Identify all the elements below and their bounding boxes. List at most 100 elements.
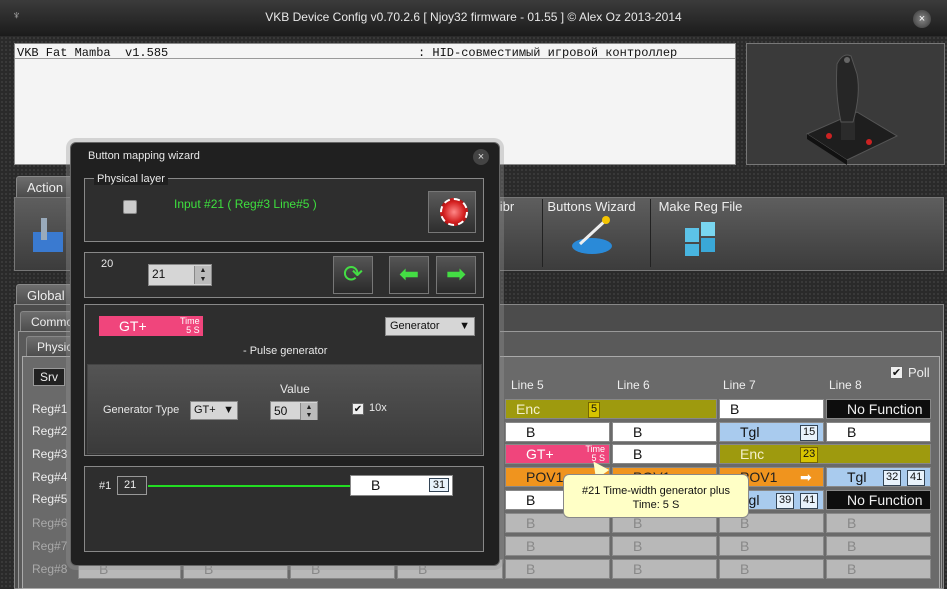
cell-reg7-line7[interactable]: B bbox=[719, 536, 824, 556]
cell-reg3-line6[interactable]: B bbox=[612, 444, 717, 464]
button-number-value: 21 bbox=[152, 267, 166, 281]
cell-reg1-line7[interactable]: B bbox=[719, 399, 824, 419]
mapping-source-number[interactable]: 21 bbox=[117, 476, 147, 495]
mapping-target-number: 31 bbox=[429, 478, 449, 492]
button-number-spinner[interactable]: 21 ▲ ▼ bbox=[148, 264, 212, 286]
cell-function: B bbox=[526, 492, 536, 508]
cell-reg8-line7[interactable]: B bbox=[719, 559, 824, 579]
cell-reg1-line5[interactable]: Enc 5 bbox=[505, 399, 717, 419]
cell-function: B bbox=[847, 424, 857, 440]
arrow-right-icon: ➡ bbox=[800, 469, 812, 485]
cell-function: B bbox=[526, 515, 536, 531]
arrow-right-icon: ➡ bbox=[445, 261, 467, 288]
cell-function: B bbox=[740, 538, 750, 554]
cell-reg1-line8[interactable]: No Function bbox=[826, 399, 931, 419]
cell-function: Tgl bbox=[740, 424, 760, 440]
tooltip-time: Time: 5 S bbox=[632, 499, 680, 511]
cell-function: B bbox=[847, 561, 857, 577]
buttons-wizard-button[interactable]: Buttons Wizard bbox=[542, 199, 640, 267]
cell-reg3-line7[interactable]: Enc 23 bbox=[719, 444, 931, 464]
make-reg-file-button[interactable]: Make Reg File bbox=[650, 199, 750, 267]
window-title: VKB Device Config v0.70.2.6 [ Njoy32 fir… bbox=[265, 10, 682, 24]
cell-function: B bbox=[847, 515, 857, 531]
cell-number: 41 bbox=[907, 470, 926, 486]
cell-function: B bbox=[633, 446, 643, 462]
spin-down-icon[interactable]: ▼ bbox=[300, 411, 317, 420]
console-divider bbox=[15, 58, 735, 59]
column-header-line6: Line 6 bbox=[617, 378, 650, 392]
mapping-index: #1 bbox=[99, 480, 112, 492]
mapping-connector bbox=[148, 485, 352, 487]
previous-button[interactable]: ⬅ bbox=[389, 256, 429, 294]
record-icon bbox=[440, 198, 468, 226]
cell-function: No Function bbox=[847, 492, 923, 508]
device-image-panel bbox=[746, 43, 945, 165]
dialog-close-button[interactable]: × bbox=[473, 149, 489, 165]
joystick-icon bbox=[805, 54, 899, 165]
refresh-button[interactable]: ⟳ bbox=[333, 256, 373, 294]
dialog-title: Button mapping wizard bbox=[88, 150, 200, 162]
cell-function: Enc bbox=[740, 446, 765, 462]
cell-number: 41 bbox=[800, 493, 819, 509]
magic-wand-icon bbox=[571, 216, 612, 254]
registry-cubes-icon bbox=[684, 222, 715, 256]
generator-type-select[interactable]: GT+ ▼ bbox=[190, 401, 238, 420]
cell-reg2-line6[interactable]: B bbox=[612, 422, 717, 442]
value-label: Value bbox=[280, 382, 310, 396]
cell-function: B bbox=[633, 561, 643, 577]
next-button[interactable]: ➡ bbox=[436, 256, 476, 294]
cell-number: 5 bbox=[588, 402, 601, 418]
cell-reg2-line8[interactable]: B bbox=[826, 422, 931, 442]
cell-function: B bbox=[730, 401, 740, 417]
buttons-wizard-label: Buttons Wizard bbox=[547, 199, 636, 214]
cell-function: GT+ bbox=[526, 446, 554, 462]
tools-icon bbox=[33, 218, 63, 252]
tenx-checkbox[interactable]: ✔ bbox=[352, 403, 364, 415]
column-header-line7: Line 7 bbox=[723, 378, 756, 392]
cell-reg7-line5[interactable]: B bbox=[505, 536, 610, 556]
function-type-value: Generator bbox=[390, 320, 440, 332]
close-window-button[interactable]: × bbox=[913, 10, 931, 28]
cell-number: 15 bbox=[800, 425, 819, 441]
refresh-icon: ⟳ bbox=[342, 261, 364, 288]
tooltip: #21 Time-width generator plus Time: 5 S bbox=[563, 474, 749, 518]
cell-reg7-line8[interactable]: B bbox=[826, 536, 931, 556]
column-header-line8: Line 8 bbox=[829, 378, 862, 392]
function-time-tag: Time 5 S bbox=[180, 316, 200, 335]
srv-button[interactable]: Srv bbox=[33, 368, 65, 386]
cell-number: 39 bbox=[776, 493, 795, 509]
cell-reg7-line6[interactable]: B bbox=[612, 536, 717, 556]
spin-up-icon[interactable]: ▲ bbox=[194, 266, 211, 275]
cell-function: B bbox=[526, 424, 536, 440]
arrow-left-icon: ⬅ bbox=[398, 261, 420, 288]
spin-down-icon[interactable]: ▼ bbox=[194, 275, 211, 284]
cell-reg5-line8[interactable]: No Function bbox=[826, 490, 931, 510]
cell-reg8-line5[interactable]: B bbox=[505, 559, 610, 579]
input-info: Input #21 ( Reg#3 Line#5 ) bbox=[174, 197, 317, 211]
cell-function: POV1 bbox=[526, 469, 564, 485]
cell-reg2-line7[interactable]: Tgl 15 bbox=[719, 422, 824, 442]
function-type-select[interactable]: Generator ▼ bbox=[385, 317, 475, 336]
tenx-label: 10x bbox=[369, 402, 387, 414]
tooltip-title: #21 Time-width generator plus bbox=[582, 485, 730, 497]
cell-function: Enc bbox=[516, 401, 541, 417]
physical-layer-title: Physical layer bbox=[94, 173, 168, 185]
cell-reg8-line8[interactable]: B bbox=[826, 559, 931, 579]
cell-reg6-line8[interactable]: B bbox=[826, 513, 931, 533]
poll-label: Poll bbox=[908, 365, 930, 380]
chevron-down-icon: ▼ bbox=[223, 404, 234, 416]
generator-type-value: GT+ bbox=[194, 404, 216, 416]
value-spinner[interactable]: 50 ▲ ▼ bbox=[270, 401, 318, 420]
cell-function: B bbox=[633, 538, 643, 554]
value-input: 50 bbox=[274, 404, 288, 418]
make-reg-file-label: Make Reg File bbox=[658, 199, 743, 214]
button-number-label: 20 bbox=[101, 258, 114, 270]
cell-reg2-line5[interactable]: B bbox=[505, 422, 610, 442]
cell-reg4-line8[interactable]: Tgl 32 41 bbox=[826, 467, 931, 487]
cell-function: Tgl bbox=[847, 469, 867, 485]
tab-global[interactable]: Global bbox=[16, 284, 78, 306]
poll-checkbox[interactable]: ✔ bbox=[890, 366, 903, 379]
cell-reg8-line6[interactable]: B bbox=[612, 559, 717, 579]
function-description: - Pulse generator bbox=[243, 345, 328, 357]
cell-function: B bbox=[740, 561, 750, 577]
